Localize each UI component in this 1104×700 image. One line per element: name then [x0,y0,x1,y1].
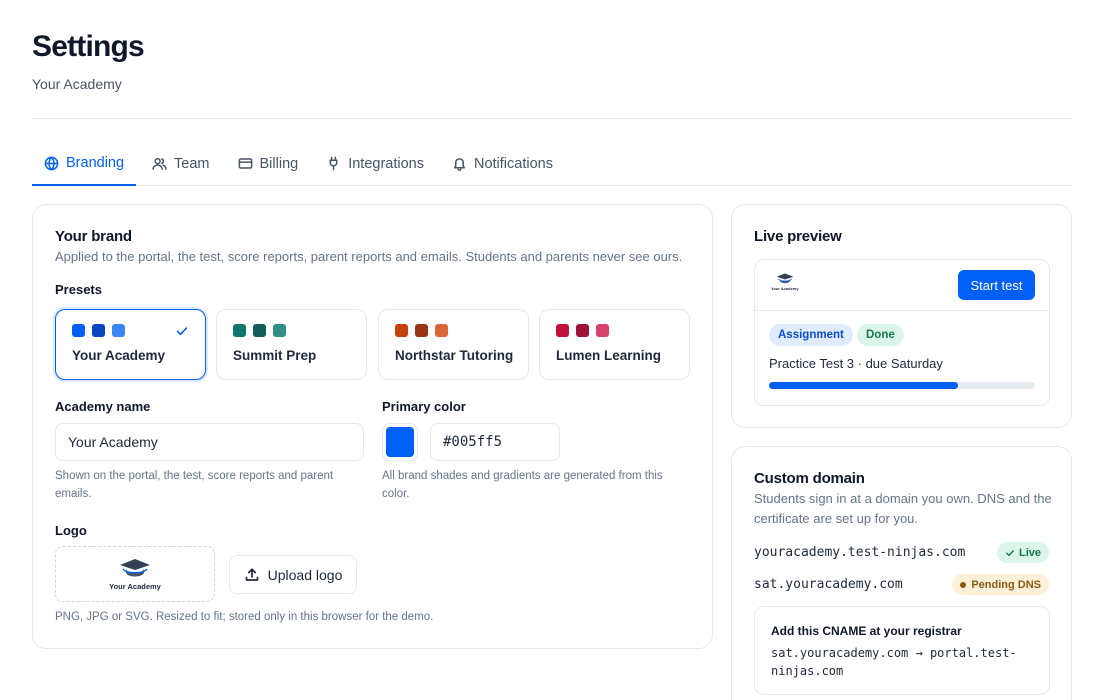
logo-text: Your Academy [109,582,161,591]
check-icon [176,327,188,336]
preset-name: Your Academy [72,348,166,363]
preset-name: Summit Prep [233,348,317,363]
tab-label: Branding [66,155,125,171]
tab-branding[interactable]: Branding [32,142,137,186]
globe-icon [44,156,59,170]
assignment-badge: Assignment [769,324,853,346]
logo-help: PNG, JPG or SVG. Resized to fit; stored … [55,611,434,623]
dot-icon [960,581,967,588]
domain-description: Students sign in at a domain you own. DN… [754,491,1052,526]
domain-host: youracademy.test-ninjas.com [754,545,966,560]
preview-title: Live preview [754,228,842,245]
preset-name: Lumen Learning [556,348,662,363]
preview-frame: Your Academy Start test Assignment Done … [754,259,1050,406]
graduation-cap-logo-icon [776,273,794,284]
tab-team[interactable]: Team [140,142,221,185]
preset-swatches [72,324,125,337]
primary-color-label: Primary color [382,399,466,414]
brand-title: Your brand [55,228,132,245]
live-preview-card: Live preview Your Academy Start test Ass… [731,204,1072,428]
preview-task: Practice Test 3 · due Saturday [769,356,943,371]
progress-bar [769,382,1035,389]
plug-icon [329,156,338,171]
header-divider [32,118,1072,119]
logo-label: Logo [55,523,87,538]
swatch [435,324,448,337]
done-badge: Done [857,324,904,346]
credit-card-icon [238,158,252,169]
tab-label: Billing [259,155,299,172]
color-fill [386,427,414,457]
preview-logo-text: Your Academy [771,286,799,291]
preset-swatches [233,324,286,337]
status-badge-pending: Pending DNS [952,574,1049,595]
tab-label: Notifications [473,155,553,172]
cname-box: Add this CNAME at your registrar sat.you… [754,606,1050,695]
tab-label: Integrations [348,155,424,172]
progress-fill [769,382,958,389]
swatch [415,324,428,337]
logo-dropzone[interactable]: Your Academy [55,546,215,602]
start-test-button[interactable]: Start test [958,270,1035,300]
swatch [233,324,246,337]
custom-domain-card: Custom domain Students sign in at a doma… [731,446,1072,700]
brand-description: Applied to the portal, the test, score r… [55,249,683,264]
preset-lumen-learning[interactable]: Lumen Learning [539,309,690,380]
page-title: Settings [32,30,145,63]
bell-icon [453,158,466,171]
swatch [253,324,266,337]
page-subtitle: Your Academy [32,76,122,92]
domain-title: Custom domain [754,470,865,487]
swatch [273,324,286,337]
users-icon [152,157,167,170]
swatch [395,324,408,337]
academy-name-label: Academy name [55,399,151,414]
graduation-cap-logo-icon [120,559,150,577]
preset-name: Northstar Tutoring [395,348,514,363]
swatch [556,324,569,337]
swatch [576,324,589,337]
primary-color-help: All brand shades and gradients are gener… [382,470,663,500]
preset-your-academy[interactable]: Your Academy [55,309,206,380]
tab-integrations[interactable]: Integrations [314,142,436,185]
preview-logo: Your Academy [771,272,799,291]
primary-color-swatch[interactable] [382,423,418,461]
tab-label: Team [174,155,210,172]
cname-value: sat.youracademy.com → portal.test-ninjas… [771,646,1017,678]
academy-name-input[interactable] [55,423,364,461]
tab-billing[interactable]: Billing [226,142,311,185]
swatch [596,324,609,337]
cname-title: Add this CNAME at your registrar [771,624,962,638]
preset-northstar-tutoring[interactable]: Northstar Tutoring [378,309,529,380]
domain-host: sat.youracademy.com [754,577,903,592]
preset-swatches [556,324,609,337]
check-icon [1006,549,1014,556]
status-label: Live [1018,546,1041,559]
presets-label: Presets [55,282,102,297]
preview-header: Your Academy Start test [755,260,1049,311]
status-badge-live: Live [996,542,1049,563]
upload-logo-button[interactable]: Upload logo [229,555,357,594]
swatch [72,324,85,337]
upload-icon [245,567,258,581]
swatch [92,324,105,337]
brand-card: Your brand Applied to the portal, the te… [32,204,713,649]
status-label: Pending DNS [971,578,1041,591]
swatch [112,324,125,337]
preset-summit-prep[interactable]: Summit Prep [216,309,367,380]
upload-label: Upload logo [267,566,343,583]
settings-tabs: Branding Team Billing Integrations Notif… [32,142,1072,186]
tab-notifications[interactable]: Notifications [440,142,565,185]
preset-swatches [395,324,448,337]
academy-name-help: Shown on the portal, the test, score rep… [55,470,334,500]
primary-color-input[interactable] [430,423,560,461]
